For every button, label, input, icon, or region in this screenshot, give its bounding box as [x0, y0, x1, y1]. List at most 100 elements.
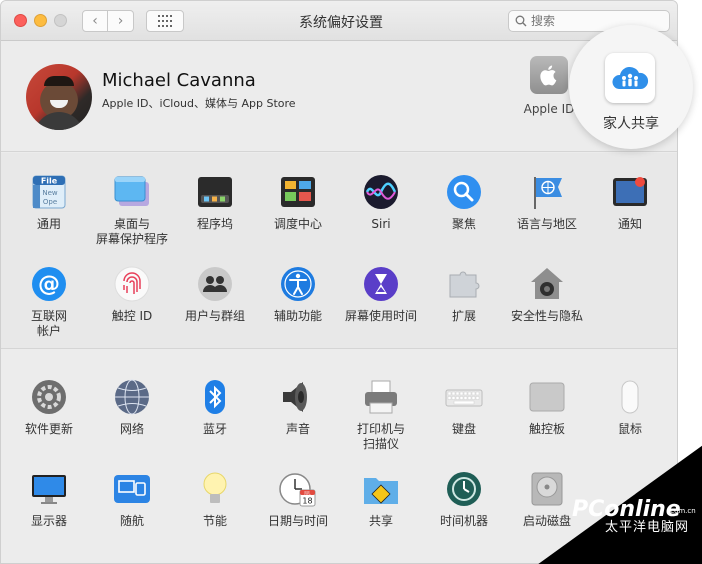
desktop-screensaver-icon [113, 173, 151, 211]
family-sharing-pane[interactable]: 家人共享 [569, 25, 693, 149]
forward-button[interactable]: › [108, 10, 134, 32]
user-subtitle: Apple ID、iCloud、媒体与 App Store [102, 97, 296, 110]
pane-keyboard[interactable]: 键盘 [423, 378, 505, 437]
pane-spotlight[interactable]: 聚焦 [423, 173, 505, 232]
pane-label: 通知 [617, 217, 642, 231]
pane-label: 桌面与 屏幕保护程序 [95, 217, 168, 246]
pane-label: 语言与地区 [516, 217, 577, 231]
pane-displays[interactable]: 显示器 [8, 470, 90, 529]
pane-internet-accounts[interactable]: @ 互联网 帐户 [8, 265, 90, 339]
time-machine-icon [445, 470, 483, 508]
pane-energy-saver[interactable]: 节能 [174, 470, 256, 529]
pane-software-update[interactable]: 软件更新 [8, 378, 90, 437]
pane-network[interactable]: 网络 [91, 378, 173, 437]
pane-time-machine[interactable]: 时间机器 [423, 470, 505, 529]
extensions-icon [445, 265, 483, 303]
svg-text:File: File [41, 177, 58, 186]
pane-desktop-screensaver[interactable]: 桌面与 屏幕保护程序 [91, 173, 173, 247]
pane-label: 时间机器 [439, 514, 488, 528]
svg-text:@: @ [38, 272, 60, 297]
pane-trackpad[interactable]: 触控板 [506, 378, 588, 437]
user-name: Michael Cavanna [102, 70, 256, 91]
pane-label: 网络 [119, 422, 144, 436]
show-all-button[interactable] [146, 10, 184, 32]
sound-icon [279, 378, 317, 416]
pane-label: 扩展 [451, 309, 476, 323]
keyboard-icon [445, 378, 483, 416]
pane-bluetooth[interactable]: 蓝牙 [174, 378, 256, 437]
pane-label: 辅助功能 [273, 309, 322, 323]
chevron-right-icon: › [117, 13, 124, 29]
notifications-icon [611, 173, 649, 211]
security-privacy-icon [528, 265, 566, 303]
pane-label: 触控 ID [111, 309, 153, 323]
pane-label: 聚焦 [451, 217, 476, 231]
watermark-subtitle: 太平洋电脑网 [605, 520, 690, 535]
zoom-window-button[interactable] [54, 14, 67, 27]
pane-label: 蓝牙 [202, 422, 227, 436]
pane-mouse[interactable]: 鼠标 [589, 378, 671, 437]
language-region-icon [528, 173, 566, 211]
sidecar-icon [113, 470, 151, 508]
screen-time-icon [362, 265, 400, 303]
chevron-left-icon: ‹ [92, 13, 98, 29]
pane-accessibility[interactable]: 辅助功能 [257, 265, 339, 324]
pane-siri[interactable]: Siri [340, 173, 422, 232]
siri-icon [362, 173, 400, 211]
dock-icon [196, 173, 234, 211]
pane-label: 显示器 [30, 514, 67, 528]
pane-label: 共享 [368, 514, 393, 528]
minimize-window-button[interactable] [34, 14, 47, 27]
grid-icon [158, 15, 172, 27]
bluetooth-icon [196, 378, 234, 416]
pane-label: 调度中心 [273, 217, 322, 231]
pane-label: 程序坞 [196, 217, 233, 231]
pane-users-groups[interactable]: 用户与群组 [174, 265, 256, 324]
mouse-icon [611, 378, 649, 416]
display-icon [30, 470, 68, 508]
pane-printers-scanners[interactable]: 打印机与 扫描仪 [340, 378, 422, 452]
pane-security-privacy[interactable]: 安全性与隐私 [506, 265, 588, 324]
avatar[interactable] [26, 64, 92, 130]
accessibility-icon [279, 265, 317, 303]
calendar-day: 18 [302, 497, 312, 506]
pane-dock[interactable]: 程序坞 [174, 173, 256, 232]
spotlight-icon [445, 173, 483, 211]
date-time-icon: JUL 18 [279, 470, 317, 508]
pane-date-time[interactable]: JUL 18 日期与时间 [257, 470, 339, 529]
svg-text:New: New [42, 189, 58, 197]
pane-sidecar[interactable]: 随航 [91, 470, 173, 529]
calendar-month: JUL [303, 490, 311, 495]
pane-general[interactable]: File New Ope 通用 [8, 173, 90, 232]
pane-label: 随航 [119, 514, 144, 528]
pane-notifications[interactable]: 通知 [589, 173, 671, 232]
pane-label: 软件更新 [24, 422, 73, 436]
pane-mission-control[interactable]: 调度中心 [257, 173, 339, 232]
pane-label: 日期与时间 [267, 514, 328, 528]
family-sharing-label: 家人共享 [603, 116, 659, 132]
pane-label: 触控板 [528, 422, 565, 436]
pane-extensions[interactable]: 扩展 [423, 265, 505, 324]
pane-touch-id[interactable]: 触控 ID [91, 265, 173, 324]
apple-icon [530, 56, 568, 94]
pane-sharing[interactable]: 共享 [340, 470, 422, 529]
pane-screen-time[interactable]: 屏幕使用时间 [340, 265, 422, 324]
printer-icon [362, 378, 400, 416]
touch-id-icon [113, 265, 151, 303]
general-icon: File New Ope [30, 173, 68, 211]
pane-label: 键盘 [451, 422, 476, 436]
sharing-icon [362, 470, 400, 508]
energy-saver-icon [196, 470, 234, 508]
watermark-domain: .com.cn [668, 507, 696, 515]
back-button[interactable]: ‹ [82, 10, 108, 32]
pane-label: 互联网 帐户 [30, 309, 67, 338]
svg-text:Ope: Ope [43, 198, 57, 206]
pane-label: 屏幕使用时间 [344, 309, 417, 323]
search-icon [515, 15, 527, 27]
pane-sound[interactable]: 声音 [257, 378, 339, 437]
close-window-button[interactable] [14, 14, 27, 27]
internet-accounts-icon: @ [30, 265, 68, 303]
users-groups-icon [196, 265, 234, 303]
pane-language-region[interactable]: 语言与地区 [506, 173, 588, 232]
network-icon [113, 378, 151, 416]
